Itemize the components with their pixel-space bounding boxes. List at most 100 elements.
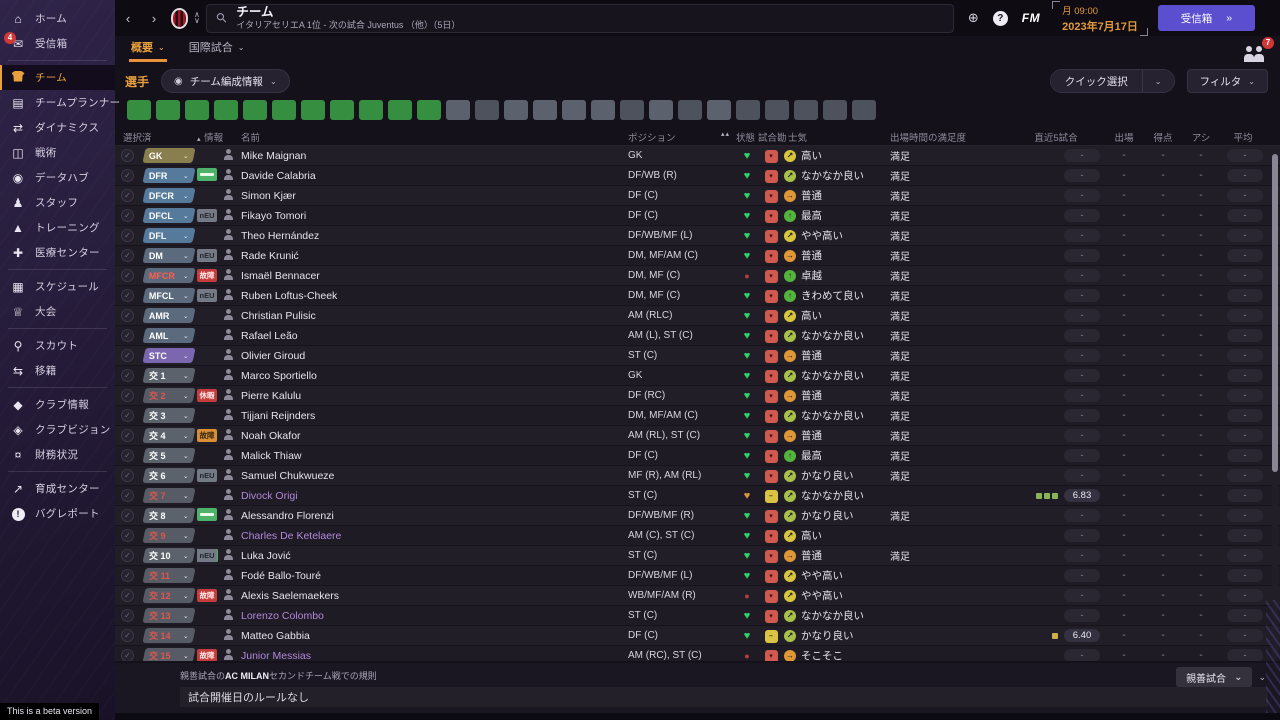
row-checkbox[interactable]: ✓ [121, 329, 134, 342]
position-slot-dropdown[interactable]: 交 11⌄ [142, 568, 195, 583]
row-checkbox[interactable]: ✓ [121, 249, 134, 262]
position-slot-dropdown[interactable]: MFCR⌄ [142, 268, 195, 283]
player-row[interactable]: ✓ 交 2⌄ 休暇 Pierre Kalulu DF (RC) ♥ ▾ →普通 … [115, 386, 1280, 406]
player-name[interactable]: Tijjani Reijnders [241, 410, 628, 422]
player-name[interactable]: Christian Pulisic [241, 310, 628, 322]
sidebar-item-schedule[interactable]: ▦ スケジュール [0, 274, 115, 299]
col-apps[interactable]: 出場 [1104, 130, 1144, 144]
player-row[interactable]: ✓ 交 7⌄ Divock Origi ST (C) ♥ – ↗なかなか良い 6… [115, 486, 1280, 506]
player-name[interactable]: Malick Thiaw [241, 450, 628, 462]
position-slot-dropdown[interactable]: 交 15⌄ [142, 648, 195, 661]
position-filter-button[interactable] [591, 100, 615, 120]
position-slot-dropdown[interactable]: STC⌄ [142, 348, 195, 363]
player-row[interactable]: ✓ 交 9⌄ Charles De Ketelaere AM (C), ST (… [115, 526, 1280, 546]
player-name[interactable]: Simon Kjær [241, 190, 628, 202]
sidebar-item-scouting[interactable]: ⚲ スカウト [0, 333, 115, 358]
player-row[interactable]: ✓ 交 14⌄ Matteo Gabbia DF (C) ♥ – ↗かなり良い … [115, 626, 1280, 646]
col-avg[interactable]: 平均 [1220, 130, 1266, 144]
position-filter-button[interactable] [359, 100, 383, 120]
help-icon[interactable]: ? [993, 11, 1008, 26]
scrollbar-thumb[interactable] [1272, 154, 1278, 472]
position-filter-button[interactable] [156, 100, 180, 120]
row-checkbox[interactable]: ✓ [121, 149, 134, 162]
position-filter-button[interactable] [533, 100, 557, 120]
player-name[interactable]: Olivier Giroud [241, 350, 628, 362]
manager-profile-button[interactable]: 7 [1242, 44, 1268, 64]
player-name[interactable]: Luka Jović [241, 550, 628, 562]
row-checkbox[interactable]: ✓ [121, 649, 134, 661]
player-row[interactable]: ✓ AMR⌄ Christian Pulisic AM (RLC) ♥ ▾ ↗高… [115, 306, 1280, 326]
globe-icon[interactable]: ⊕ [968, 10, 979, 26]
position-slot-dropdown[interactable]: DM⌄ [142, 248, 195, 263]
player-name[interactable]: Lorenzo Colombo [241, 610, 628, 622]
player-name[interactable]: Rafael Leão [241, 330, 628, 342]
player-row[interactable]: ✓ AML⌄ Rafael Leão AM (L), ST (C) ♥ ▾ ↗な… [115, 326, 1280, 346]
player-row[interactable]: ✓ 交 10⌄ nEU Luka Jović ST (C) ♥ ▾ →普通 満足… [115, 546, 1280, 566]
squad-view-dropdown[interactable]: ◉ チーム編成情報 ⌄ [161, 69, 290, 93]
player-name[interactable]: Charles De Ketelaere [241, 530, 628, 542]
position-filter-button[interactable] [736, 100, 760, 120]
sidebar-item-data-hub[interactable]: ◉ データハブ [0, 165, 115, 190]
game-date[interactable]: 月 09:00 2023年7月17日 [1052, 1, 1148, 36]
row-checkbox[interactable]: ✓ [121, 549, 134, 562]
position-filter-button[interactable] [446, 100, 470, 120]
player-row[interactable]: ✓ DFCR⌄ Simon Kjær DF (C) ♥ ▾ →普通 満足 - -… [115, 186, 1280, 206]
club-crest[interactable] [171, 8, 188, 29]
col-condition[interactable]: 状態 [736, 130, 758, 144]
sidebar-item-team[interactable]: チーム [0, 65, 115, 90]
club-switcher[interactable]: ∧ ∨ [194, 12, 200, 24]
sidebar-item-club-info[interactable]: ◆ クラブ情報 [0, 392, 115, 417]
player-row[interactable]: ✓ STC⌄ Olivier Giroud ST (C) ♥ ▾ →普通 満足 … [115, 346, 1280, 366]
quick-pick-button[interactable]: クイック選択 [1051, 70, 1142, 92]
player-name[interactable]: Davide Calabria [241, 170, 628, 182]
position-filter-button[interactable] [475, 100, 499, 120]
vertical-scrollbar[interactable] [1272, 152, 1278, 659]
position-slot-dropdown[interactable]: 交 8⌄ [142, 508, 195, 523]
position-slot-dropdown[interactable]: 交 6⌄ [142, 468, 195, 483]
player-row[interactable]: ✓ MFCR⌄ 故障 Ismaël Bennacer DM, MF (C) ● … [115, 266, 1280, 286]
match-day-rule-value[interactable]: 試合開催日のルールなし [180, 687, 1268, 707]
position-slot-dropdown[interactable]: 交 7⌄ [142, 488, 195, 503]
position-slot-dropdown[interactable]: DFCL⌄ [142, 208, 195, 223]
sidebar-item-transfers[interactable]: ⇆ 移籍 [0, 358, 115, 383]
player-row[interactable]: ✓ 交 4⌄ 故障 Noah Okafor AM (RL), ST (C) ♥ … [115, 426, 1280, 446]
position-filter-button[interactable] [620, 100, 644, 120]
player-row[interactable]: ✓ 交 11⌄ Fodé Ballo-Touré DF/WB/MF (L) ♥ … [115, 566, 1280, 586]
position-filter-button[interactable] [678, 100, 702, 120]
player-name[interactable]: Alexis Saelemaekers [241, 590, 628, 602]
row-checkbox[interactable]: ✓ [121, 469, 134, 482]
position-slot-dropdown[interactable]: 交 4⌄ [142, 428, 195, 443]
position-slot-dropdown[interactable]: DFCR⌄ [142, 188, 195, 203]
player-row[interactable]: ✓ DFL⌄ Theo Hernández DF/WB/MF (L) ♥ ▾ ↗… [115, 226, 1280, 246]
player-name[interactable]: Rade Krunić [241, 250, 628, 262]
player-row[interactable]: ✓ 交 13⌄ Lorenzo Colombo ST (C) ♥ ▾ ↗なかなか… [115, 606, 1280, 626]
position-slot-dropdown[interactable]: DFL⌄ [142, 228, 195, 243]
player-row[interactable]: ✓ 交 5⌄ Malick Thiaw DF (C) ♥ ▾ ↑最高 満足 - … [115, 446, 1280, 466]
player-name[interactable]: Marco Sportiello [241, 370, 628, 382]
position-slot-dropdown[interactable]: 交 3⌄ [142, 408, 195, 423]
player-row[interactable]: ✓ MFCL⌄ nEU Ruben Loftus-Cheek DM, MF (C… [115, 286, 1280, 306]
row-checkbox[interactable]: ✓ [121, 569, 134, 582]
position-slot-dropdown[interactable]: 交 5⌄ [142, 448, 195, 463]
row-checkbox[interactable]: ✓ [121, 309, 134, 322]
row-checkbox[interactable]: ✓ [121, 589, 134, 602]
player-row[interactable]: ✓ 交 15⌄ 故障 Junior Messias AM (RC), ST (C… [115, 646, 1280, 661]
col-sharpness[interactable]: 試合勘 [758, 130, 784, 144]
player-row[interactable]: ✓ 交 1⌄ Marco Sportiello GK ♥ ▾ ↗なかなか良い 満… [115, 366, 1280, 386]
player-name[interactable]: Samuel Chukwueze [241, 470, 628, 482]
quick-pick-dropdown[interactable]: ⌄ [1142, 70, 1174, 92]
row-checkbox[interactable]: ✓ [121, 289, 134, 302]
col-playing-time[interactable]: 出場時間の満足度 [880, 130, 1008, 144]
position-slot-dropdown[interactable]: 交 14⌄ [142, 628, 195, 643]
position-slot-dropdown[interactable]: AMR⌄ [142, 308, 195, 323]
row-checkbox[interactable]: ✓ [121, 529, 134, 542]
position-filter-button[interactable] [417, 100, 441, 120]
position-filter-button[interactable] [214, 100, 238, 120]
player-name[interactable]: Fodé Ballo-Touré [241, 570, 628, 582]
continue-inbox-button[interactable]: 受信箱» [1158, 5, 1255, 31]
player-name[interactable]: Ruben Loftus-Cheek [241, 290, 628, 302]
position-slot-dropdown[interactable]: 交 2⌄ [142, 388, 195, 403]
player-row[interactable]: ✓ 交 12⌄ 故障 Alexis Saelemaekers WB/MF/AM … [115, 586, 1280, 606]
sidebar-item-competitions[interactable]: ♕ 大会 [0, 299, 115, 324]
sidebar-item-inbox[interactable]: ✉4 受信箱 [0, 31, 115, 56]
